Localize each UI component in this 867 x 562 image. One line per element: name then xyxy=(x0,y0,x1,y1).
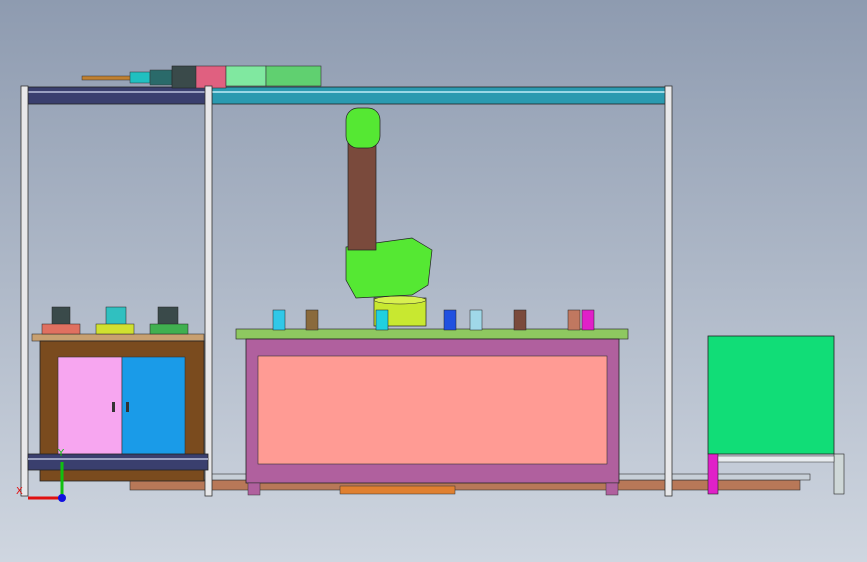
top-beam xyxy=(27,86,668,105)
workbench xyxy=(235,328,629,496)
shelf-tools xyxy=(41,306,189,335)
triad-y-label: Y xyxy=(57,448,65,459)
triad-x-label: X xyxy=(16,486,23,497)
left-cabinet xyxy=(27,333,209,482)
cad-viewport: X Y xyxy=(0,0,867,562)
cabinet-door-right xyxy=(121,356,186,456)
workbench-panel xyxy=(257,355,608,465)
